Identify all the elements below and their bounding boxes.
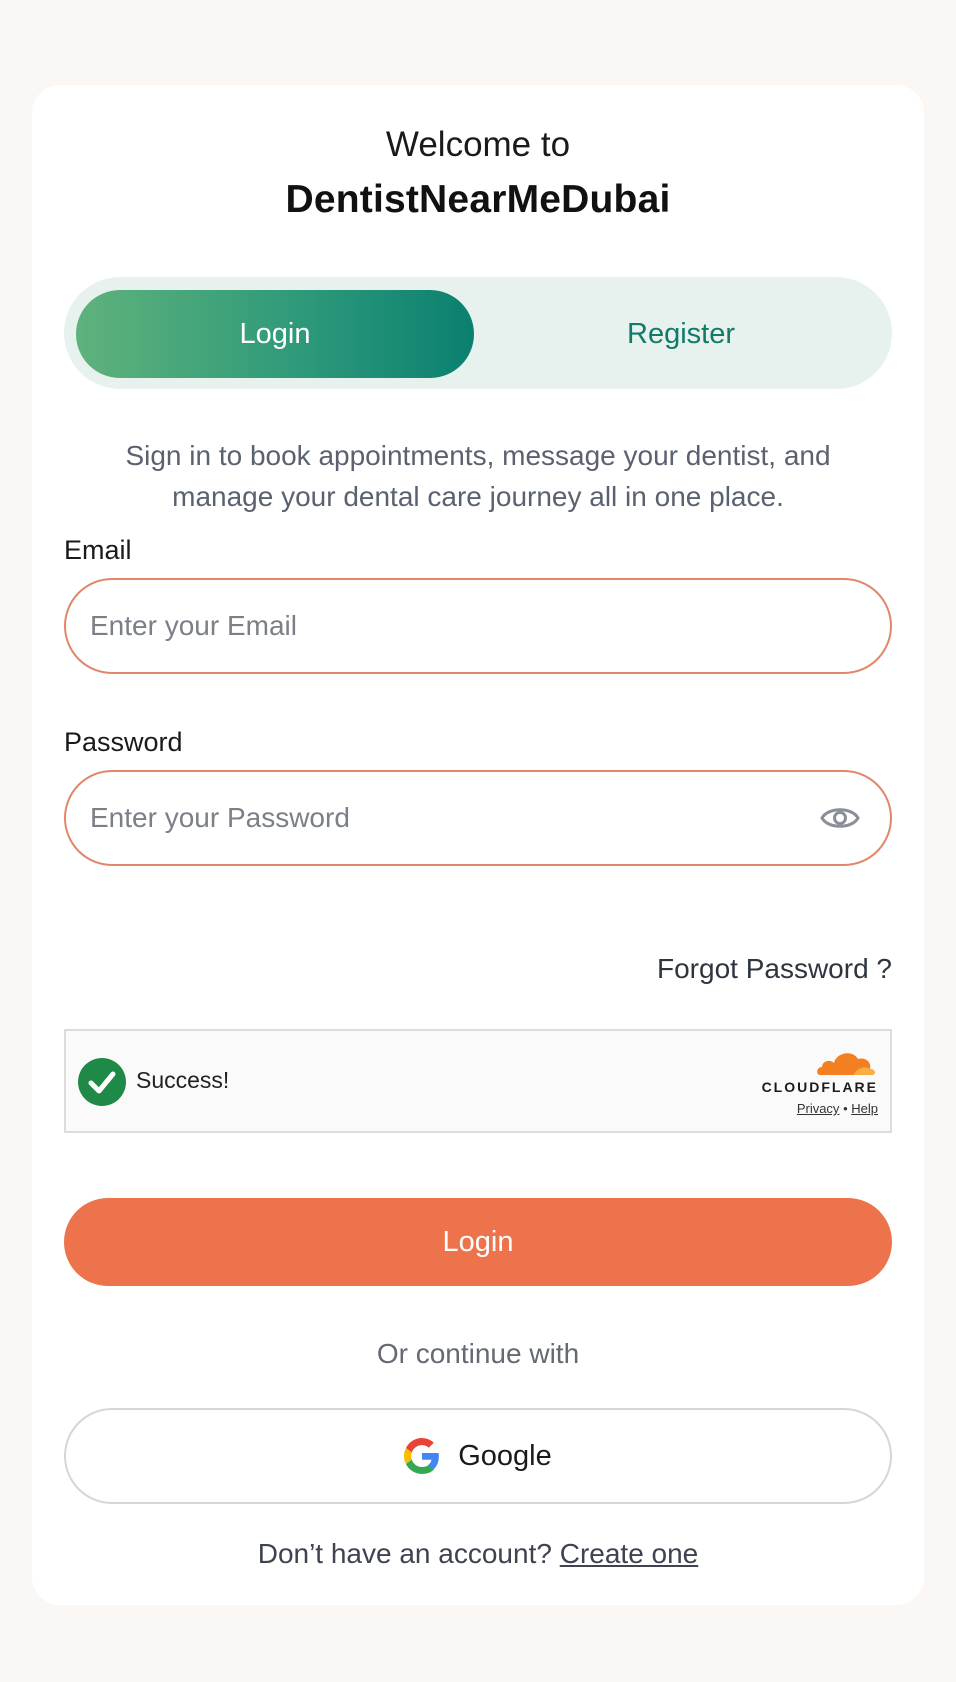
- help-link[interactable]: Help: [851, 1101, 878, 1116]
- welcome-text: Welcome to: [385, 125, 571, 164]
- email-field[interactable]: [64, 578, 892, 674]
- link-separator: •: [843, 1101, 848, 1116]
- forgot-password-link[interactable]: Forgot Password ?: [657, 953, 892, 985]
- google-label: Google: [458, 1439, 552, 1472]
- signup-prompt-text: Don’t have an account?: [257, 1538, 552, 1569]
- cloudflare-logo-icon: [817, 1053, 875, 1075]
- brand-title: DentistNearMeDubai: [285, 178, 671, 221]
- password-input[interactable]: [90, 772, 790, 864]
- cloudflare-captcha[interactable]: Success! CLOUDFLARE Privacy • Help: [64, 1029, 892, 1133]
- or-continue-text: Or continue with: [376, 1338, 580, 1369]
- auth-tabs: Login Register: [64, 277, 892, 389]
- email-label: Email: [64, 535, 132, 565]
- privacy-link[interactable]: Privacy: [797, 1101, 840, 1116]
- subtitle-text: Sign in to book appointments, message yo…: [125, 440, 831, 512]
- create-account-link[interactable]: Create one: [560, 1538, 699, 1569]
- password-field[interactable]: [64, 770, 892, 866]
- captcha-status: Success!: [136, 1067, 230, 1093]
- captcha-links: Privacy • Help: [797, 1101, 878, 1116]
- login-card: Welcome to DentistNearMeDubai Login Regi…: [32, 85, 924, 1605]
- email-input[interactable]: [90, 580, 790, 672]
- tab-register[interactable]: Register: [482, 290, 880, 378]
- password-label: Password: [64, 727, 183, 757]
- signup-prompt: Don’t have an account? Create one: [32, 1538, 924, 1570]
- google-signin-button[interactable]: Google: [64, 1408, 892, 1504]
- tab-login[interactable]: Login: [76, 290, 474, 378]
- eye-icon[interactable]: [820, 800, 860, 836]
- cloudflare-wordmark: CLOUDFLARE: [761, 1079, 878, 1095]
- google-icon: [404, 1438, 440, 1474]
- login-button[interactable]: Login: [64, 1198, 892, 1286]
- check-circle-icon: [78, 1058, 126, 1106]
